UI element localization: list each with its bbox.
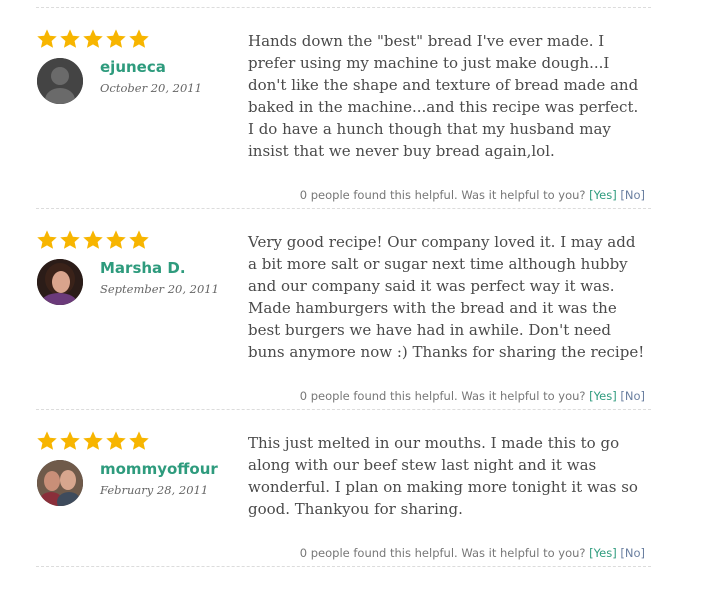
helpful-no-link[interactable]: [No] — [620, 188, 645, 202]
star-icon — [129, 431, 149, 450]
avatar[interactable] — [37, 259, 83, 305]
helpful-prompt: 0 people found this helpful. Was it help… — [300, 389, 645, 403]
helpful-question: 0 people found this helpful. Was it help… — [299, 188, 586, 202]
avatar[interactable] — [37, 460, 83, 506]
star-icon — [37, 431, 57, 450]
star-icon — [83, 431, 103, 450]
avatar[interactable] — [37, 58, 83, 104]
star-icon — [37, 29, 57, 48]
star-icon — [60, 431, 80, 450]
star-rating — [36, 229, 150, 251]
review-text: Hands down the "best" bread I've ever ma… — [248, 32, 639, 160]
review-date: February 28, 2011 — [100, 483, 209, 497]
review-item: ejuneca October 20, 2011 Hands down the … — [36, 8, 651, 204]
helpful-yes-link[interactable]: [Yes] — [589, 188, 617, 202]
reviewer-name[interactable]: Marsha D. — [100, 259, 186, 277]
helpful-question: 0 people found this helpful. Was it help… — [299, 546, 586, 560]
star-icon — [60, 230, 80, 249]
helpful-yes-link[interactable]: [Yes] — [589, 389, 617, 403]
star-icon — [129, 230, 149, 249]
divider — [36, 566, 651, 567]
star-icon — [106, 230, 126, 249]
star-icon — [106, 29, 126, 48]
user-photo-icon — [37, 259, 83, 305]
helpful-prompt: 0 people found this helpful. Was it help… — [300, 188, 645, 202]
review-date: October 20, 2011 — [100, 81, 202, 95]
star-icon — [83, 230, 103, 249]
star-icon — [37, 230, 57, 249]
reviewer-name[interactable]: mommyoffour — [100, 460, 218, 478]
review-date: September 20, 2011 — [100, 282, 219, 296]
star-icon — [106, 431, 126, 450]
review-item: Marsha D. September 20, 2011 Very good r… — [36, 209, 651, 405]
reviewer-name[interactable]: ejuneca — [100, 58, 166, 76]
helpful-no-link[interactable]: [No] — [620, 389, 645, 403]
review-text: Very good recipe! Our company loved it. … — [248, 233, 645, 361]
star-rating — [36, 28, 150, 50]
star-icon — [60, 29, 80, 48]
helpful-no-link[interactable]: [No] — [620, 546, 645, 560]
default-user-icon — [37, 58, 83, 104]
helpful-question: 0 people found this helpful. Was it help… — [299, 389, 586, 403]
user-photo-icon — [37, 460, 83, 506]
helpful-yes-link[interactable]: [Yes] — [589, 546, 617, 560]
star-rating — [36, 430, 150, 452]
review-item: mommyoffour February 28, 2011 This just … — [36, 410, 651, 606]
star-icon — [83, 29, 103, 48]
review-text: This just melted in our mouths. I made t… — [248, 434, 638, 518]
star-icon — [129, 29, 149, 48]
helpful-prompt: 0 people found this helpful. Was it help… — [300, 546, 645, 560]
reviews-list: ejuneca October 20, 2011 Hands down the … — [0, 0, 718, 581]
